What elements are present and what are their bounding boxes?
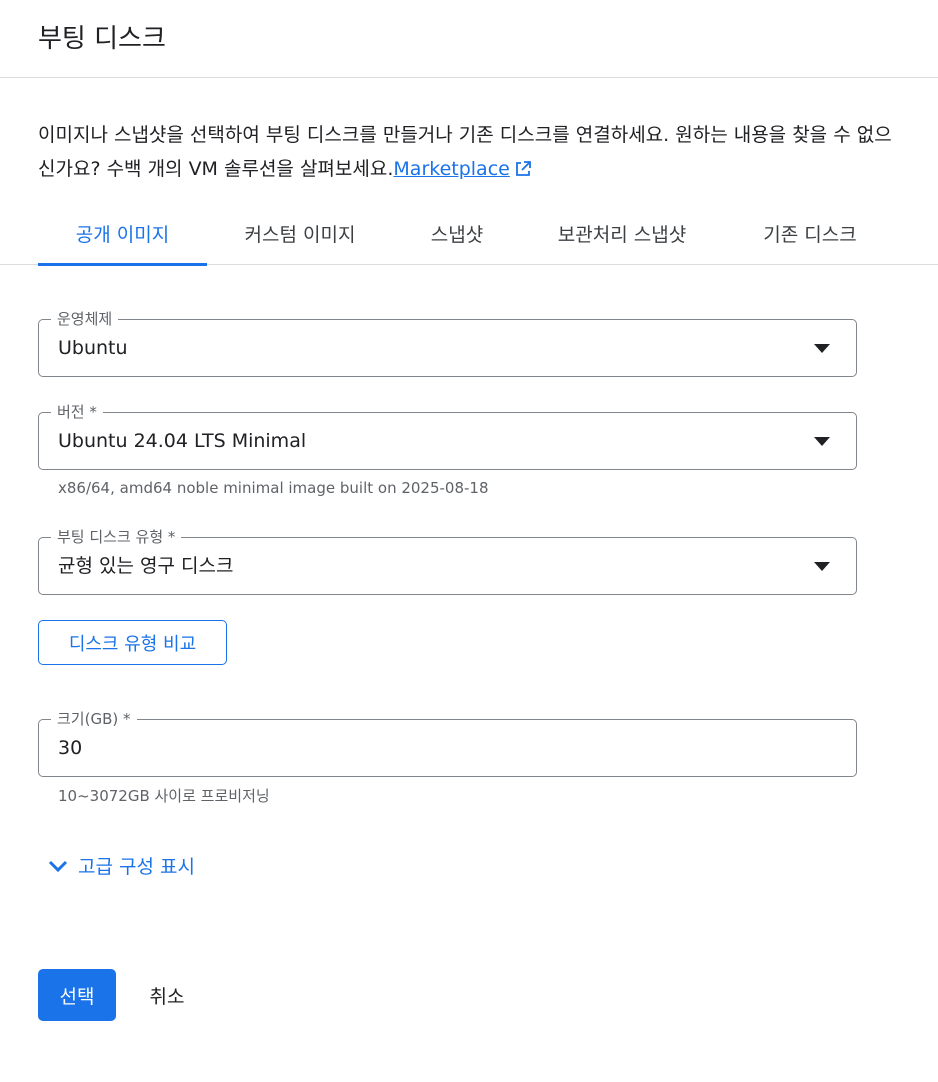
disk-type-select[interactable]: 부팅 디스크 유형 * 균형 있는 영구 디스크 bbox=[38, 527, 857, 595]
tab-archive-snapshots[interactable]: 보관처리 스냅샷 bbox=[535, 206, 709, 265]
size-input[interactable]: 크기(GB) * 30 bbox=[38, 709, 857, 777]
dropdown-arrow-icon bbox=[814, 344, 830, 353]
size-hint: 10~3072GB 사이로 프로비저닝 bbox=[58, 787, 270, 805]
size-value: 30 bbox=[58, 737, 83, 759]
cancel-button[interactable]: 취소 bbox=[132, 969, 202, 1021]
version-hint: x86/64, amd64 noble minimal image built … bbox=[58, 479, 489, 497]
version-value: Ubuntu 24.04 LTS Minimal bbox=[58, 430, 307, 452]
compare-disk-types-button[interactable]: 디스크 유형 비교 bbox=[38, 620, 227, 665]
description: 이미지나 스냅샷을 선택하여 부팅 디스크를 만들거나 기존 디스크를 연결하세… bbox=[38, 118, 898, 189]
tab-snapshots[interactable]: 스냅샷 bbox=[410, 206, 504, 265]
dialog-header: 부팅 디스크 bbox=[0, 0, 938, 78]
select-button[interactable]: 선택 bbox=[38, 969, 116, 1021]
external-link-icon[interactable] bbox=[514, 155, 532, 189]
image-source-tabs: 공개 이미지 커스텀 이미지 스냅샷 보관처리 스냅샷 기존 디스크 bbox=[0, 206, 938, 266]
os-select[interactable]: 운영체제 Ubuntu bbox=[38, 309, 857, 377]
advanced-config-toggle[interactable]: 고급 구성 표시 bbox=[46, 852, 195, 879]
advanced-config-label: 고급 구성 표시 bbox=[78, 856, 195, 878]
marketplace-link-label: Marketplace bbox=[393, 158, 510, 180]
tab-public-images[interactable]: 공개 이미지 bbox=[38, 206, 207, 266]
disk-type-value: 균형 있는 영구 디스크 bbox=[58, 555, 234, 577]
page-title: 부팅 디스크 bbox=[38, 24, 166, 54]
marketplace-link[interactable]: Marketplace bbox=[393, 158, 509, 180]
chevron-down-icon bbox=[48, 860, 68, 872]
tab-custom-images[interactable]: 커스텀 이미지 bbox=[222, 206, 378, 265]
dropdown-arrow-icon bbox=[814, 562, 830, 571]
os-value: Ubuntu bbox=[58, 337, 128, 359]
version-select[interactable]: 버전 * Ubuntu 24.04 LTS Minimal bbox=[38, 402, 857, 470]
tab-existing-disks[interactable]: 기존 디스크 bbox=[742, 206, 878, 265]
dropdown-arrow-icon bbox=[814, 437, 830, 446]
